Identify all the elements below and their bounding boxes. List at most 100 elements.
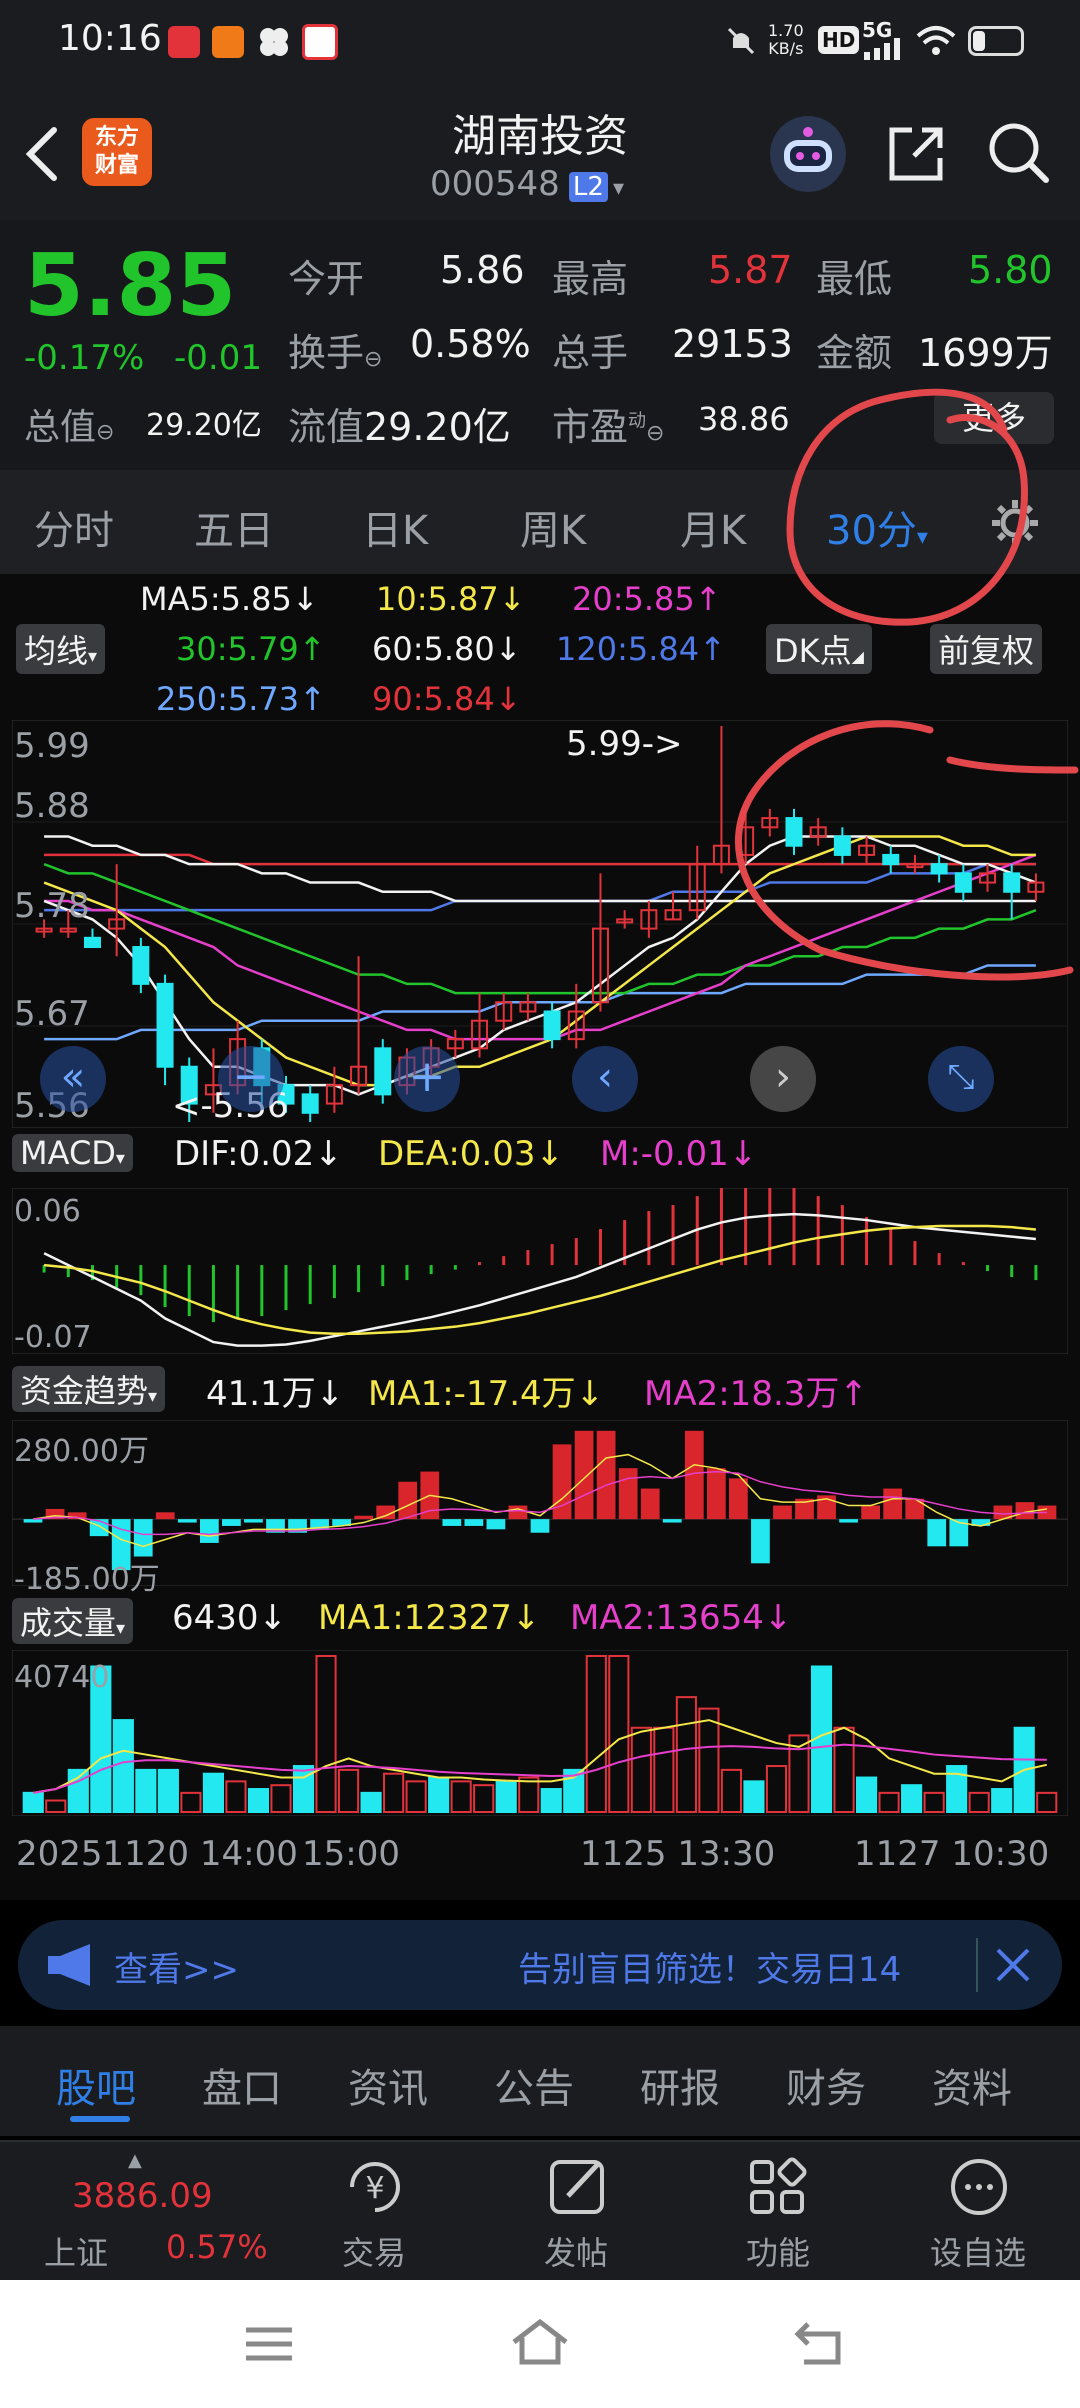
chevron-up-icon: ▲ — [128, 2150, 142, 2171]
volume-bar — [540, 1788, 562, 1814]
tab-weekly-k[interactable]: 周K — [520, 498, 586, 556]
fund-bar — [751, 1519, 770, 1564]
fullscreen-icon[interactable]: ⤡ — [928, 1046, 994, 1112]
close-icon[interactable] — [990, 1942, 1036, 1992]
trade-icon[interactable]: ¥ — [342, 2154, 408, 2224]
tab-announcements[interactable]: 公告 — [494, 2056, 574, 2114]
volume-bar — [405, 1780, 427, 1813]
x-label-3: 1127 10:30 — [854, 1834, 1050, 1874]
ma-legend-ma120: 120:5.84↑ — [556, 630, 726, 668]
fund-trend-chart[interactable] — [12, 1420, 1068, 1586]
nav-trade[interactable]: 交易 — [342, 2228, 406, 2274]
tab-financials[interactable]: 财务 — [786, 2056, 866, 2114]
change-value: -0.01 — [174, 338, 262, 378]
robot-assistant-icon[interactable] — [768, 114, 848, 198]
zoom-out-icon[interactable]: − — [218, 1046, 284, 1112]
fund-bar — [244, 1519, 263, 1523]
tab-30min[interactable]: 30分▾ — [826, 498, 928, 556]
fund-trend-selector-button[interactable]: 资金趋势▾ — [12, 1366, 166, 1412]
volume-bar — [473, 1784, 495, 1813]
bottom-nav: ▲ 3886.09 上证 0.57% ¥ 交易 发帖 功能 设自选 — [0, 2140, 1080, 2280]
tab-research[interactable]: 研报 — [640, 2056, 720, 2114]
volume-selector-button[interactable]: 成交量▾ — [12, 1598, 134, 1644]
scroll-left-icon[interactable]: ‹ — [572, 1046, 638, 1112]
macd-chart[interactable] — [12, 1188, 1068, 1354]
volume-bar — [630, 1726, 652, 1813]
volume-bar — [45, 1799, 67, 1813]
fund-bar — [530, 1519, 550, 1533]
fund-bar — [706, 1468, 726, 1520]
volume-bar — [157, 1768, 179, 1813]
wifi-icon — [914, 22, 958, 62]
tab-daily-k[interactable]: 日K — [362, 498, 428, 556]
fund-y-bottom: -185.00万 — [14, 1562, 160, 1597]
fund-bar — [486, 1519, 506, 1530]
level-badge: L2 — [568, 172, 608, 202]
stock-code-row[interactable]: 000548 L2 ▾ — [430, 164, 624, 204]
search-icon[interactable] — [986, 120, 1052, 190]
nav-add-watchlist[interactable]: 设自选 — [930, 2228, 1026, 2274]
home-icon[interactable] — [508, 2316, 572, 2372]
x-label-1: 15:00 — [302, 1834, 400, 1874]
more-options-icon[interactable] — [946, 2154, 1012, 2224]
mktcap-label: 总值⊖ — [24, 407, 115, 448]
turnover-label: 换手⊖ — [288, 331, 383, 375]
chevron-down-icon: ▾ — [88, 646, 98, 667]
volume-value: 29153 — [672, 322, 793, 366]
nav-post[interactable]: 发帖 — [544, 2228, 608, 2274]
fund-bar — [927, 1519, 947, 1547]
dea-line — [43, 1224, 1037, 1336]
chart-nav-controls: « − + ‹ › ⤡ — [40, 1046, 1066, 1112]
ma-legend-ma5: MA5:5.85↓ — [140, 580, 319, 618]
back-nav-icon[interactable] — [794, 2318, 850, 2372]
ma250-line — [44, 964, 1036, 1041]
gear-icon[interactable] — [990, 498, 1040, 552]
system-nav-bar — [0, 2280, 1080, 2408]
chevron-down-icon: ▾ — [148, 1386, 158, 1407]
volume-bar — [585, 1655, 607, 1813]
volume-bar — [765, 1765, 788, 1813]
volume-bar — [22, 1791, 44, 1814]
tab-orderbook[interactable]: 盘口 — [202, 2056, 282, 2114]
status-bar: 10:16 1.70 KB/s HD 5G — [0, 0, 1080, 84]
tab-five-day[interactable]: 五日 — [194, 498, 274, 556]
volume-bar — [225, 1780, 247, 1813]
share-icon[interactable] — [884, 122, 948, 190]
volume-chart[interactable] — [12, 1650, 1068, 1816]
scroll-fast-left-icon[interactable]: « — [40, 1046, 106, 1112]
menu-icon[interactable] — [244, 2324, 294, 2368]
nav-functions[interactable]: 功能 — [746, 2228, 810, 2274]
active-tab-indicator — [70, 2116, 130, 2122]
float-label: 流值 — [288, 405, 365, 449]
volume-bar — [180, 1791, 202, 1814]
ma-legend-ma90: 90:5.84↓ — [372, 680, 522, 718]
volume-bar — [337, 1768, 360, 1813]
ma60-line — [44, 835, 1036, 903]
functions-icon[interactable] — [744, 2154, 810, 2224]
index-value[interactable]: 3886.09 — [72, 2176, 213, 2216]
tab-monthly-k[interactable]: 月K — [680, 498, 746, 556]
adjust-price-button[interactable]: 前复权 — [930, 624, 1043, 674]
post-icon[interactable] — [546, 2154, 612, 2224]
amount-value: 1699万 — [918, 331, 1053, 375]
zoom-in-icon[interactable]: + — [394, 1046, 460, 1112]
index-name[interactable]: 上证 — [44, 2228, 108, 2274]
index-percent[interactable]: 0.57% — [166, 2228, 268, 2266]
candle-body — [882, 853, 900, 866]
y-label-5-67: 5.67 — [14, 994, 90, 1034]
macd-selector-button[interactable]: MACD▾ — [12, 1134, 133, 1172]
promo-banner[interactable]: 查看>> 告别盲目筛选！交易日14 — [18, 1920, 1062, 2010]
app-notification-icon-2 — [212, 26, 244, 58]
more-button[interactable]: 更多 — [934, 392, 1054, 444]
tab-guba[interactable]: 股吧 — [56, 2056, 136, 2114]
ma-selector-button[interactable]: 均线▾ — [16, 624, 106, 674]
dk-point-button[interactable]: DK点◢ — [766, 624, 872, 674]
macd-frame — [12, 1188, 1068, 1354]
tab-news[interactable]: 资讯 — [348, 2056, 428, 2114]
banner-link[interactable]: 查看>> — [114, 1942, 239, 1991]
tab-profile[interactable]: 资料 — [932, 2056, 1012, 2114]
tab-intraday[interactable]: 分时 — [34, 498, 114, 556]
scroll-right-icon[interactable]: › — [750, 1046, 816, 1112]
x-label-0: 20251120 14:00 — [16, 1834, 298, 1874]
ma-legend-ma250: 250:5.73↑ — [156, 680, 326, 718]
